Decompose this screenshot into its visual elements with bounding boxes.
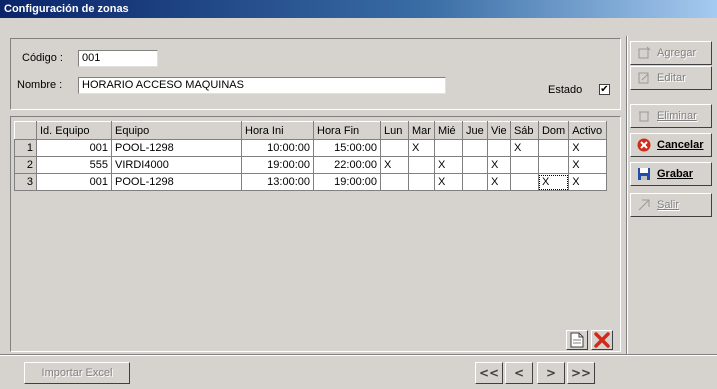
cell-id-equipo[interactable]: 555 (36, 156, 112, 174)
cell-hora-fin[interactable]: 22:00:00 (313, 156, 381, 174)
cell-jue[interactable] (461, 173, 488, 191)
save-icon (638, 168, 650, 180)
salir-button[interactable]: Salir (630, 193, 712, 217)
divider (0, 355, 717, 356)
cell-equipo[interactable]: POOL-1298 (111, 173, 242, 191)
header-panel (10, 38, 621, 110)
editar-button[interactable]: Editar (630, 66, 712, 90)
cell-jue[interactable] (461, 139, 488, 157)
cell-sab[interactable]: X (509, 139, 539, 157)
last-icon: >> (570, 366, 592, 380)
cell-hora-ini[interactable]: 13:00:00 (241, 173, 314, 191)
cell-dom[interactable]: X (537, 173, 570, 191)
importar-excel-label: Importar Excel (41, 367, 113, 379)
cell-mie[interactable]: X (433, 156, 463, 174)
column-header[interactable]: Activo (568, 121, 608, 140)
cancelar-label: Cancelar (657, 139, 704, 151)
window-title: Configuración de zonas (0, 0, 717, 18)
cell-hora-ini[interactable]: 10:00:00 (241, 139, 314, 157)
delete-row-button[interactable] (591, 330, 613, 350)
first-icon: << (478, 366, 500, 380)
cell-vie[interactable]: X (486, 156, 511, 174)
estado-checkbox[interactable]: ✔ (599, 84, 610, 95)
table-row[interactable]: 3 001 POOL-1298 13:00:00 19:00:00 X X X … (14, 173, 608, 191)
column-header[interactable]: Hora Ini (241, 121, 314, 140)
cell-equipo[interactable]: VIRDI4000 (111, 156, 242, 174)
cell-mar[interactable]: X (408, 139, 435, 157)
nombre-field[interactable]: HORARIO ACCESO MAQUINAS (78, 77, 446, 94)
schedule-table: Id. Equipo Equipo Hora Ini Hora Fin Lun … (14, 121, 608, 191)
row-number: 1 (14, 139, 37, 157)
codigo-field[interactable]: 001 (78, 50, 158, 67)
cell-sab[interactable] (509, 156, 539, 174)
grabar-button[interactable]: Grabar (630, 162, 712, 186)
exit-icon (638, 199, 650, 211)
row-number: 3 (14, 173, 37, 191)
cell-hora-fin[interactable]: 19:00:00 (313, 173, 381, 191)
cell-mar[interactable] (408, 156, 435, 174)
column-header[interactable]: Jue (461, 121, 488, 140)
cell-sab[interactable] (509, 173, 539, 191)
agregar-label: Agregar (657, 47, 697, 59)
cell-dom[interactable] (537, 139, 570, 157)
agregar-button[interactable]: Agregar (630, 41, 712, 65)
cell-vie[interactable] (486, 139, 511, 157)
cell-hora-ini[interactable]: 19:00:00 (241, 156, 314, 174)
cell-id-equipo[interactable]: 001 (36, 139, 112, 157)
last-record-button[interactable]: >> (567, 362, 595, 384)
cell-activo[interactable]: X (568, 156, 608, 174)
cell-mie[interactable] (433, 139, 463, 157)
cell-activo[interactable]: X (568, 173, 608, 191)
edit-icon (638, 72, 649, 84)
cancel-icon (637, 138, 651, 152)
nombre-label: Nombre : (17, 79, 63, 91)
cell-mar[interactable] (408, 173, 435, 191)
column-header-rownum (14, 121, 37, 140)
importar-excel-button[interactable]: Importar Excel (24, 362, 130, 384)
next-record-button[interactable]: > (537, 362, 565, 384)
eliminar-label: Eliminar (657, 110, 697, 122)
table-row[interactable]: 2 555 VIRDI4000 19:00:00 22:00:00 X X X … (14, 156, 608, 174)
column-header[interactable]: Dom (537, 121, 570, 140)
column-header[interactable]: Mar (408, 121, 435, 140)
cell-jue[interactable] (461, 156, 488, 174)
new-row-button[interactable] (566, 330, 588, 350)
cell-lun[interactable]: X (380, 156, 409, 174)
column-header[interactable]: Equipo (111, 121, 242, 140)
cell-lun[interactable] (380, 173, 409, 191)
cell-activo[interactable]: X (568, 139, 608, 157)
schedule-grid: Id. Equipo Equipo Hora Ini Hora Fin Lun … (14, 121, 620, 323)
cell-vie[interactable]: X (486, 173, 511, 191)
divider (627, 36, 628, 354)
estado-label: Estado (548, 84, 583, 96)
editar-label: Editar (657, 72, 686, 84)
new-document-icon (570, 332, 584, 348)
row-number: 2 (14, 156, 37, 174)
eliminar-button[interactable]: Eliminar (630, 104, 712, 128)
codigo-label: Código : (22, 52, 63, 64)
grabar-label: Grabar (657, 168, 694, 180)
salir-label: Salir (657, 199, 680, 211)
previous-record-button[interactable]: < (505, 362, 533, 384)
cell-dom[interactable] (537, 156, 570, 174)
cancelar-button[interactable]: Cancelar (630, 133, 712, 157)
column-header[interactable]: Hora Fin (313, 121, 381, 140)
next-icon: > (545, 366, 557, 380)
cell-mie[interactable]: X (433, 173, 463, 191)
column-header[interactable]: Id. Equipo (36, 121, 112, 140)
table-row[interactable]: 1 001 POOL-1298 10:00:00 15:00:00 X X X (14, 139, 608, 157)
previous-icon: < (513, 366, 525, 380)
delete-icon (639, 111, 649, 122)
red-x-icon (594, 332, 610, 348)
first-record-button[interactable]: << (475, 362, 503, 384)
cell-lun[interactable] (380, 139, 409, 157)
add-icon (638, 46, 651, 59)
cell-equipo[interactable]: POOL-1298 (111, 139, 242, 157)
column-header[interactable]: Mié (433, 121, 463, 140)
column-header[interactable]: Lun (380, 121, 409, 140)
column-header[interactable]: Vie (486, 121, 511, 140)
cell-id-equipo[interactable]: 001 (36, 173, 112, 191)
cell-hora-fin[interactable]: 15:00:00 (313, 139, 381, 157)
column-header[interactable]: Sáb (509, 121, 539, 140)
